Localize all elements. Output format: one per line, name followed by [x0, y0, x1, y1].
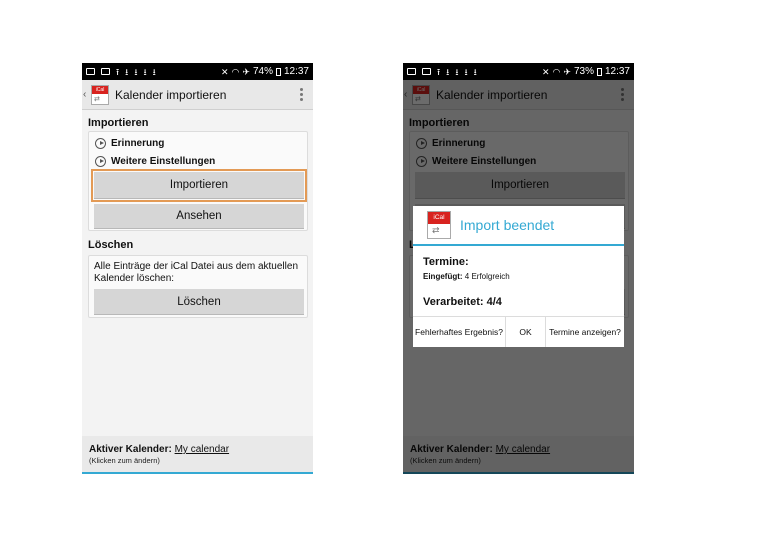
delete-heading: Löschen — [88, 239, 134, 251]
download-icon: ⭳ — [455, 66, 459, 77]
inserted-label: Eingefügt: — [423, 272, 463, 281]
download-icon: ⭳ — [134, 66, 138, 77]
delete-button[interactable]: Löschen — [94, 289, 304, 315]
status-bar: ⭱ ⭳ ⭳ ⭳ ⭳ ✕ ◠ ✈ 73% 12:37 — [403, 63, 634, 80]
upload-icon: ⭱ — [116, 66, 120, 77]
inserted-value: 4 Erfolgreich — [464, 272, 510, 281]
import-finished-dialog: iCal ⇄ Import beendet Termine: Eingefügt… — [413, 206, 624, 347]
phone-screen-import: ⭱ ⭳ ⭳ ⭳ ⭳ ✕ ◠ ✈ 74% 12:37 ‹ iCal ⇄ Kalen… — [82, 63, 313, 474]
wifi-icon: ◠ — [231, 66, 240, 77]
expander-reminder[interactable]: Erinnerung — [95, 138, 164, 149]
sync-arrows-icon: ⇄ — [432, 225, 440, 235]
import-heading: Importieren — [88, 117, 149, 129]
phone-screen-dialog: ⭱ ⭳ ⭳ ⭳ ⭳ ✕ ◠ ✈ 73% 12:37 ‹ iCal ⇄ Kalen… — [403, 63, 634, 474]
app-icon[interactable]: iCal ⇄ — [91, 84, 109, 105]
battery-level: 74% — [252, 66, 273, 77]
inserted-line: Eingefügt: 4 Erfolgreich — [423, 272, 510, 281]
app-title: Kalender importieren — [115, 87, 227, 102]
import-button[interactable]: Importieren — [91, 169, 307, 202]
dialog-header: iCal ⇄ Import beendet — [413, 206, 624, 246]
image-icon — [101, 68, 110, 75]
dialog-title: Import beendet — [460, 217, 555, 233]
sync-arrows-icon: ⇄ — [94, 95, 100, 103]
expander-more-settings[interactable]: Weitere Einstellungen — [95, 156, 215, 167]
show-appointments-button[interactable]: Termine anzeigen? — [545, 317, 624, 347]
download-icon: ⭳ — [125, 66, 129, 77]
import-card: Erinnerung Weitere Einstellungen Importi… — [88, 131, 308, 231]
processed-label: Verarbeitet: 4/4 — [423, 296, 502, 308]
expand-arrow-icon — [95, 156, 106, 167]
clock: 12:37 — [283, 66, 309, 77]
airplane-icon: ✈ — [242, 66, 250, 77]
expander-more-settings-label: Weitere Einstellungen — [111, 156, 216, 167]
back-chevron-icon[interactable]: ‹ — [83, 89, 89, 100]
app-icon-label: iCal — [92, 85, 108, 94]
notification-icon — [86, 68, 95, 75]
battery-icon — [596, 67, 602, 76]
active-calendar-footer[interactable]: Aktiver Kalender: My calendar (Klicken z… — [82, 436, 313, 474]
ok-button[interactable]: OK — [505, 317, 545, 347]
app-icon-label: iCal — [428, 212, 450, 224]
wifi-icon: ◠ — [552, 66, 561, 77]
download-icon: ⭳ — [473, 66, 477, 77]
clock: 12:37 — [604, 66, 630, 77]
mute-icon: ✕ — [221, 66, 229, 77]
active-calendar-label: Aktiver Kalender: — [89, 444, 172, 455]
termine-label: Termine: — [423, 256, 469, 268]
notification-icon — [407, 68, 416, 75]
view-button[interactable]: Ansehen — [94, 204, 304, 229]
overflow-menu-icon[interactable] — [300, 88, 303, 101]
delete-card: Alle Einträge der iCal Datei aus dem akt… — [88, 255, 308, 318]
delete-description: Alle Einträge der iCal Datei aus dem akt… — [94, 261, 298, 284]
download-icon: ⭳ — [446, 66, 450, 77]
download-icon: ⭳ — [464, 66, 468, 77]
app-icon: iCal ⇄ — [427, 211, 451, 239]
active-calendar-link[interactable]: My calendar — [175, 444, 229, 455]
change-calendar-hint: (Klicken zum ändern) — [89, 456, 160, 465]
status-bar: ⭱ ⭳ ⭳ ⭳ ⭳ ✕ ◠ ✈ 74% 12:37 — [82, 63, 313, 80]
dialog-actions: Fehlerhaftes Ergebnis? OK Termine anzeig… — [413, 316, 624, 347]
upload-icon: ⭱ — [437, 66, 441, 77]
expand-arrow-icon — [95, 138, 106, 149]
image-icon — [422, 68, 431, 75]
airplane-icon: ✈ — [563, 66, 571, 77]
battery-icon — [275, 67, 281, 76]
download-icon: ⭳ — [152, 66, 156, 77]
expander-reminder-label: Erinnerung — [111, 138, 165, 149]
battery-level: 73% — [573, 66, 594, 77]
download-icon: ⭳ — [143, 66, 147, 77]
faulty-result-button[interactable]: Fehlerhaftes Ergebnis? — [413, 317, 505, 347]
action-bar: ‹ iCal ⇄ Kalender importieren — [82, 80, 313, 110]
mute-icon: ✕ — [542, 66, 550, 77]
